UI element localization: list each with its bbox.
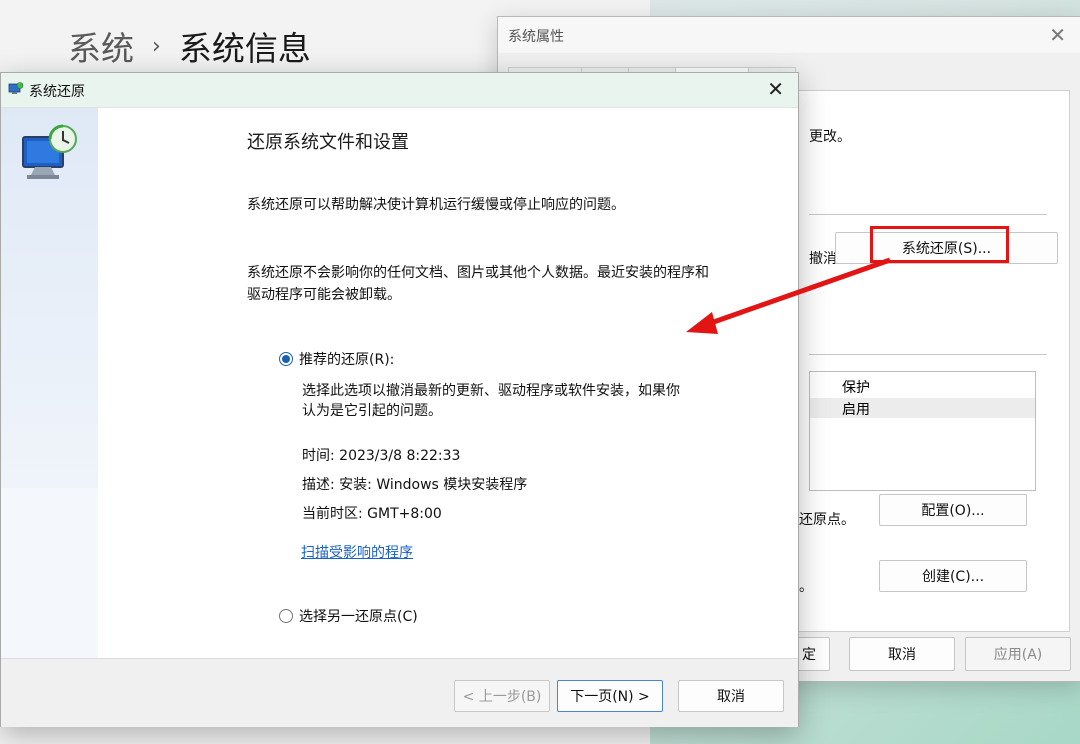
scan-affected-programs-link[interactable]: 扫描受影响的程序	[301, 542, 413, 562]
recommended-desc-line1: 选择此选项以撤消最新的更新、驱动程序或软件安装，如果你	[302, 383, 680, 399]
props-text-fragment: 撤消	[809, 251, 837, 267]
restore-title: 系统还原	[29, 84, 85, 100]
cancel-button[interactable]: 取消	[678, 680, 784, 712]
restore-titlebar: 系统还原 ✕	[1, 73, 798, 108]
close-icon[interactable]: ✕	[767, 77, 784, 101]
breadcrumb-system-info: 系统信息	[178, 29, 311, 68]
table-cell: 启用	[842, 402, 870, 418]
create-button[interactable]: 创建(C)...	[879, 560, 1027, 592]
protection-table[interactable]: 保护 启用	[809, 371, 1036, 491]
radio-unchecked-icon[interactable]	[279, 609, 293, 623]
configure-button[interactable]: 配置(O)...	[879, 494, 1027, 526]
breadcrumb: 系统 › 系统信息	[68, 22, 311, 70]
recommended-restore-label[interactable]: 推荐的还原(R):	[299, 349, 394, 369]
table-header: 保护	[842, 380, 870, 396]
choose-other-restore-option[interactable]: 选择另一还原点(C)	[279, 606, 418, 626]
table-row[interactable]: 启用	[810, 398, 1035, 418]
next-button[interactable]: 下一页(N) >	[557, 680, 663, 712]
apply-button[interactable]: 应用(A)	[965, 637, 1071, 671]
props-title: 系统属性	[508, 29, 564, 45]
cancel-button[interactable]: 取消	[849, 637, 955, 671]
info-text-line1: 系统还原不会影响你的任何文档、图片或其他个人数据。最近安装的程序和	[247, 265, 709, 281]
recommended-desc-line2: 认为是它引起的问题。	[302, 403, 442, 419]
divider	[809, 214, 1047, 215]
system-restore-icon	[8, 82, 24, 94]
restore-timezone: 当前时区: GMT+8:00	[302, 506, 442, 522]
divider	[809, 354, 1047, 355]
props-titlebar: 系统属性 ✕	[498, 17, 1080, 53]
back-button[interactable]: < 上一步(B)	[454, 680, 550, 712]
system-restore-dialog: 系统还原 ✕ 还原系统文件和设置 系统还原可以帮助解决使计算机运行缓慢或停止响应…	[0, 72, 799, 727]
info-text-line2: 驱动程序可能会被卸载。	[247, 287, 401, 303]
dialog-footer: < 上一步(B) 下一页(N) > 取消	[1, 658, 798, 727]
restore-description: 描述: 安装: Windows 模块安装程序	[302, 477, 528, 493]
radio-checked-icon[interactable]	[279, 352, 293, 366]
restore-time: 时间: 2023/3/8 8:22:33	[302, 448, 461, 464]
side-panel-lower	[1, 488, 98, 658]
intro-text: 系统还原可以帮助解决使计算机运行缓慢或停止响应的问题。	[247, 197, 625, 213]
page-title: 还原系统文件和设置	[247, 132, 409, 153]
props-text-fragment: 更改。	[809, 129, 851, 145]
close-icon[interactable]: ✕	[1049, 23, 1066, 47]
annotation-highlight-box	[870, 226, 1009, 263]
recommended-restore-option[interactable]: 推荐的还原(R):	[279, 349, 394, 369]
choose-other-restore-label[interactable]: 选择另一还原点(C)	[299, 606, 418, 626]
breadcrumb-separator: ›	[152, 33, 161, 59]
system-restore-monitor-icon	[22, 124, 77, 179]
breadcrumb-system[interactable]: 系统	[68, 22, 134, 70]
